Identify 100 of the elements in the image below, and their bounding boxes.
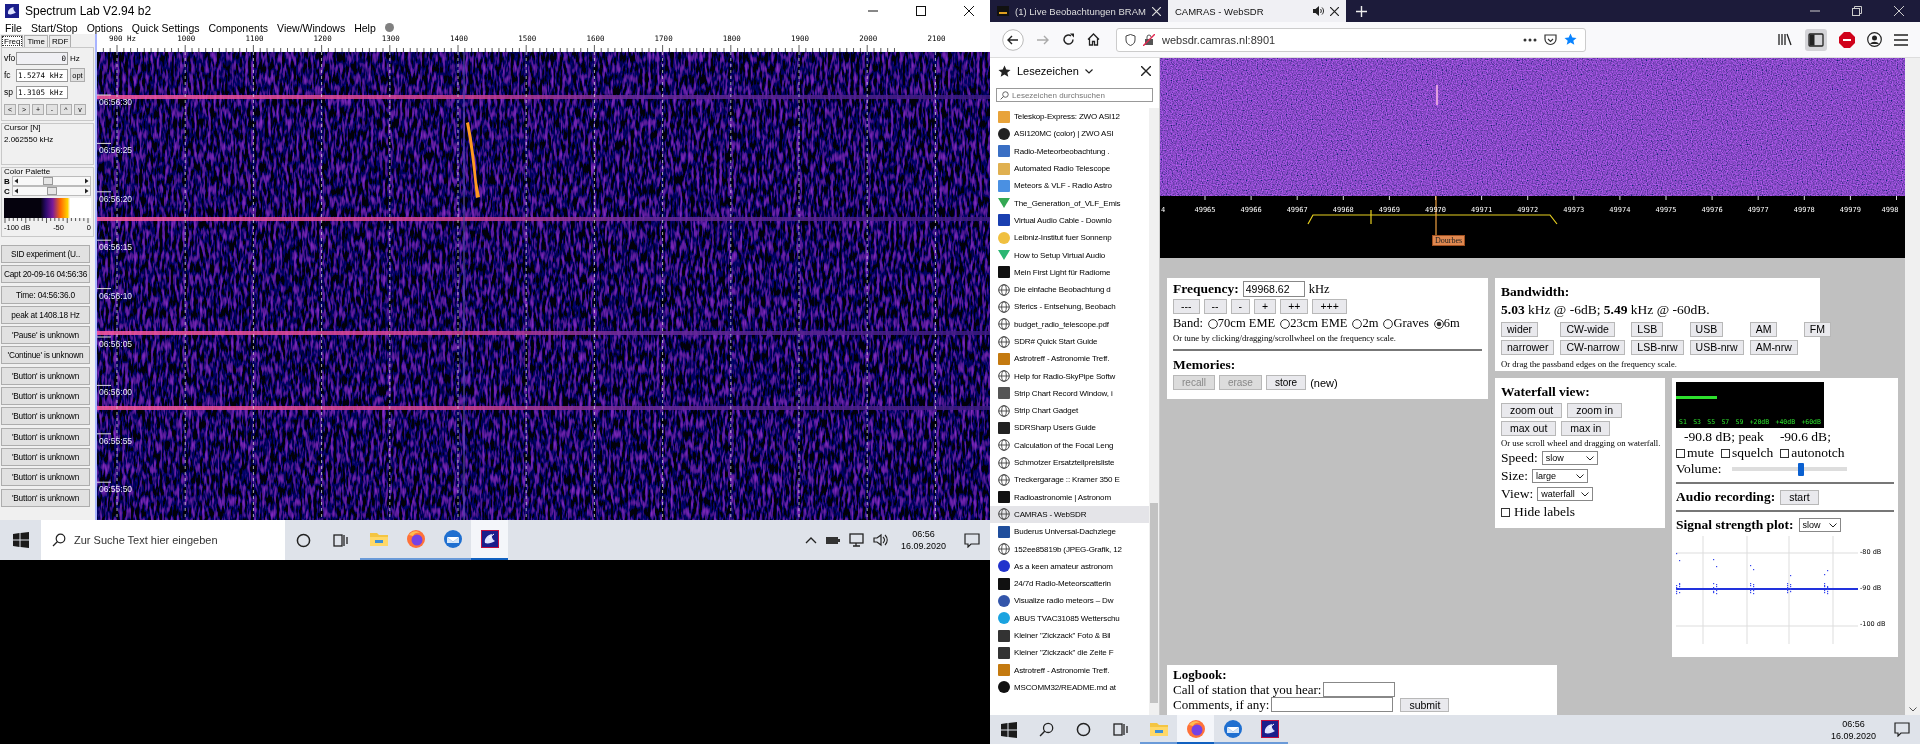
zoom-button[interactable]: zoom in: [1567, 403, 1622, 418]
bookmark-item[interactable]: Astrotreff - Astronomie Treff.: [990, 661, 1149, 679]
action-button[interactable]: 'Continue' is unknown: [1, 346, 90, 365]
station-label[interactable]: Dourbes: [1432, 235, 1466, 246]
group-title: Color Palette: [4, 167, 52, 176]
window-title: Spectrum Lab V2.94 b2: [25, 3, 152, 18]
bookmark-item[interactable]: Strip Chart Gadget: [990, 402, 1149, 420]
step-button[interactable]: -: [1230, 299, 1250, 314]
menu-item[interactable]: Components: [208, 21, 269, 34]
action-button[interactable]: 'Button' is unknown: [1, 407, 90, 426]
bookmark-item[interactable]: Automated Radio Telescope: [990, 159, 1149, 178]
action-button[interactable]: 'Button' is unknown: [1, 366, 90, 385]
mode-button[interactable]: FM: [1803, 322, 1831, 337]
step-button[interactable]: +: [1254, 299, 1277, 314]
bookmark-item[interactable]: ABUS TVAC31085 Wetterschu: [990, 609, 1149, 627]
mode-button[interactable]: CW-narrow: [1560, 340, 1626, 355]
action-button[interactable]: Time: 04:56:36.0: [1, 285, 90, 304]
hint-text: Or tune by clicking/dragging/scrollwheel on the frequency scale.: [1173, 333, 1397, 343]
dropdown[interactable]: waterfall: [1537, 487, 1594, 501]
action-button[interactable]: 'Pause' is unknown: [1, 326, 90, 345]
bookmark-item[interactable]: MSCOMM32/README.md at: [990, 678, 1149, 697]
bookmark-item[interactable]: Astrotreff - Astronomie Treff.: [990, 350, 1149, 368]
bookmark-item[interactable]: budget_radio_telescope.pdf: [990, 315, 1149, 333]
start-button[interactable]: start: [1780, 489, 1819, 505]
dropdown[interactable]: slow: [1798, 518, 1841, 532]
bookmark-item[interactable]: Leibniz-Institut fuer Sonnenp: [990, 229, 1149, 247]
mode-button[interactable]: wider: [1501, 322, 1539, 337]
menu-item[interactable]: View/Windows: [277, 21, 346, 34]
bookmark-item[interactable]: As a keen amateur astronom: [990, 557, 1149, 575]
submit-button[interactable]: submit: [1400, 697, 1450, 712]
zoom-button[interactable]: max in: [1561, 421, 1611, 436]
bookmark-item[interactable]: Mein First Light für Radiome: [990, 263, 1149, 281]
action-button[interactable]: SID experiment (U..: [1, 245, 90, 263]
peak-reading: -90.6 dB;: [1779, 429, 1831, 445]
mode-button[interactable]: AM-nrw: [1749, 340, 1798, 355]
action-button[interactable]: 'Button' is unknown: [1, 468, 90, 487]
bookmark-item[interactable]: How to Setup Virtual Audio: [990, 246, 1149, 264]
bookmark-item[interactable]: ASI120MC (color) | ZWO ASI: [990, 125, 1149, 143]
panel-tab[interactable]: RDF: [48, 35, 72, 47]
action-button[interactable]: 'Button' is unknown: [1, 427, 90, 446]
browser-tab[interactable]: CAMRAS - WebSDR: [1168, 0, 1346, 22]
action-button[interactable]: 'Button' is unknown: [1, 447, 90, 466]
search-field[interactable]: Zur Suche Text hier eingeben: [41, 520, 285, 560]
zoom-button[interactable]: max out: [1501, 421, 1557, 436]
action-button[interactable]: 'Button' is unknown: [1, 488, 90, 507]
dropdown[interactable]: large: [1532, 469, 1588, 483]
mode-button[interactable]: AM: [1749, 322, 1778, 337]
bookmark-item[interactable]: Strip Chart Record Window, i: [990, 384, 1149, 403]
bookmark-item[interactable]: 24/7d Radio-Meteorscatterin: [990, 575, 1149, 593]
frequency-input[interactable]: 49968.62: [1242, 281, 1305, 297]
bookmark-item[interactable]: Kleiner "Zickzack" die Zeite F: [990, 644, 1149, 662]
bookmark-item[interactable]: Schmotzer Ersatzteilpreisliste: [990, 453, 1149, 472]
menu-item[interactable]: Options: [86, 21, 123, 34]
volume-label: Volume:: [1676, 461, 1722, 477]
bookmark-item[interactable]: Radioastronomie | Astronom: [990, 488, 1149, 506]
mode-button[interactable]: narrower: [1501, 340, 1555, 355]
menu-item[interactable]: Help: [354, 21, 376, 34]
bookmark-item[interactable]: Teleskop-Express: ZWO ASI12: [990, 108, 1149, 126]
bookmark-item[interactable]: Die einfache Beobachtung d: [990, 280, 1149, 299]
bookmark-item[interactable]: Buderus Universal-Dachziege: [990, 523, 1149, 541]
step-button[interactable]: +++: [1312, 299, 1347, 314]
menu-item[interactable]: Start/Stop: [30, 21, 78, 34]
action-button[interactable]: peak at 1408.18 Hz: [1, 305, 90, 324]
mode-button[interactable]: USB-nrw: [1689, 340, 1744, 355]
bookmark-item[interactable]: SDRSharp Users Guide: [990, 419, 1149, 437]
bookmark-item[interactable]: Meteors & VLF - Radio Astro: [990, 177, 1149, 195]
bookmark-item[interactable]: Treckergarage :: Kramer 350 E: [990, 471, 1149, 489]
mode-button[interactable]: USB: [1689, 322, 1724, 337]
bookmark-item[interactable]: Radio-Meteorbeobachtung .: [990, 142, 1149, 160]
menu-item[interactable]: Quick Settings: [131, 21, 200, 34]
mode-button[interactable]: CW-wide: [1560, 322, 1615, 337]
bookmark-item[interactable]: 152ee85819b (JPEG-Grafik, 12: [990, 540, 1149, 558]
bookmark-item[interactable]: Calculation of the Focal Leng: [990, 436, 1149, 454]
action-button[interactable]: 'Button' is unknown: [1, 387, 90, 406]
search-field[interactable]: Lesezeichen durchsuchen: [996, 88, 1153, 102]
memory-button[interactable]: store: [1265, 375, 1307, 390]
panel-tab[interactable]: Freq: [1, 35, 24, 47]
bookmark-item[interactable]: The_Generation_of_VLF_Emis: [990, 194, 1149, 212]
dropdown[interactable]: slow: [1541, 451, 1598, 465]
zoom-button[interactable]: zoom out: [1501, 403, 1563, 418]
step-button[interactable]: --: [1203, 299, 1227, 314]
address-bar[interactable]: websdr.camras.nl:8901: [1116, 27, 1586, 52]
bookmark-item[interactable]: Virtual Audio Cable - Downlo: [990, 211, 1149, 230]
panel-tab[interactable]: Time: [24, 35, 48, 47]
bookmark-item[interactable]: Sferics - Entsehung, Beobach: [990, 298, 1149, 316]
bookmark-item[interactable]: Visualize radio meteors – Dw: [990, 592, 1149, 610]
step-button[interactable]: ++: [1280, 299, 1309, 314]
clock[interactable]: 06:56 16.09.2020: [900, 528, 946, 552]
menu-item[interactable]: File: [5, 21, 22, 34]
action-button[interactable]: Capt 20-09-16 04:56:36: [1, 265, 90, 284]
bookmark-item[interactable]: CAMRAS - WebSDR: [990, 505, 1149, 524]
bookmark-item[interactable]: Kleiner "Zickzack" Foto & Bil: [990, 626, 1149, 645]
browser-tab[interactable]: (1) Live Beobachtungen BRAM: [990, 0, 1168, 22]
mode-button[interactable]: LSB: [1631, 322, 1664, 337]
bookmark-item[interactable]: SDR# Quick Start Guide: [990, 332, 1149, 351]
sidebar-title[interactable]: Lesezeichen: [1017, 65, 1079, 77]
mode-button[interactable]: LSB-nrw: [1631, 340, 1684, 355]
step-button[interactable]: ---: [1173, 299, 1200, 314]
bookmark-item[interactable]: Help for Radio-SkyPipe Softw: [990, 367, 1149, 385]
clock[interactable]: 06:56 16.09.2020: [1830, 717, 1876, 742]
